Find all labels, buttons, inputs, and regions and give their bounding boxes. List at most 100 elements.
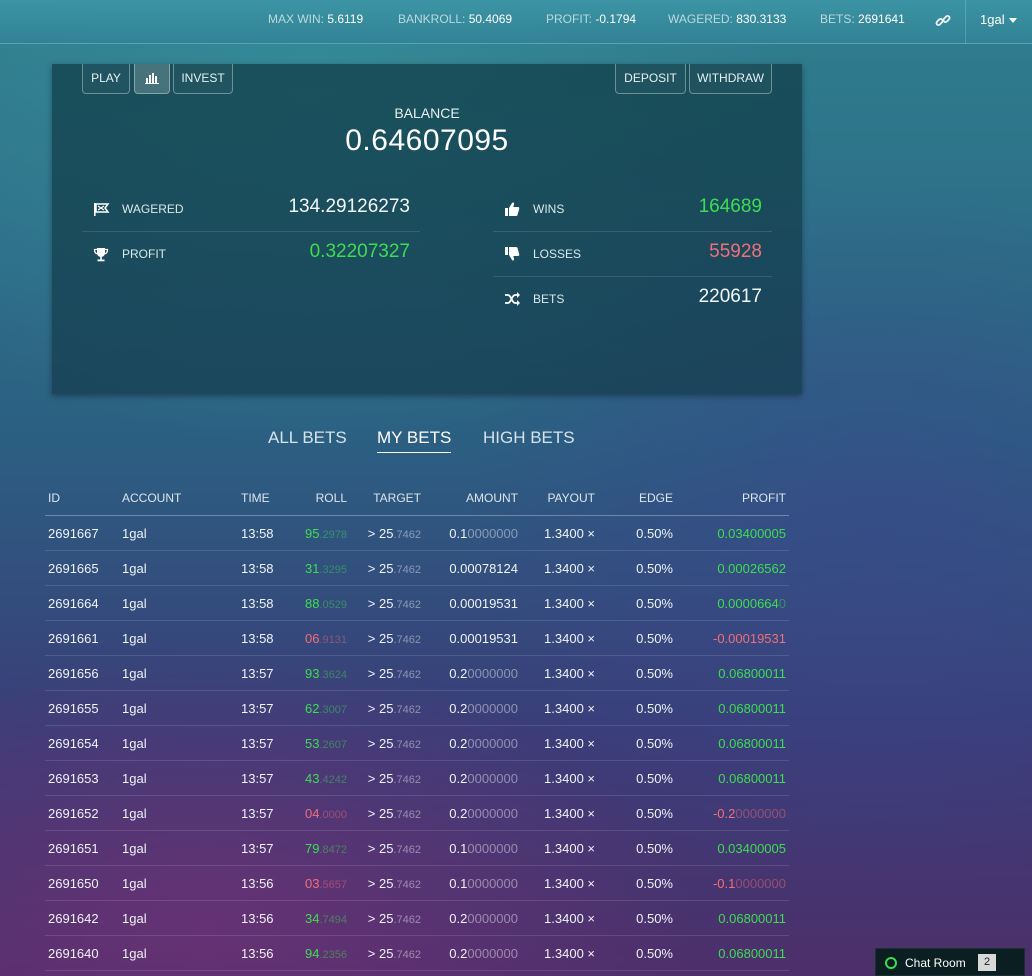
header-payout: PAYOUT [547, 491, 595, 505]
bet-roll: 06.9131 [305, 631, 347, 646]
bet-amount: 0.10000000 [449, 526, 518, 541]
bet-id[interactable]: 2691652 [48, 806, 99, 821]
table-row[interactable]: 2691667 1gal 13:58 95.2978 > 25.7462 0.100000… [45, 516, 789, 551]
bet-edge: 0.50% [636, 561, 673, 576]
bet-id[interactable]: 2691654 [48, 736, 99, 751]
bet-time: 13:56 [241, 946, 274, 961]
chat-room-label: Chat Room [905, 956, 966, 970]
bet-account[interactable]: 1gal [122, 876, 147, 891]
bet-roll: 04.0000 [305, 806, 347, 821]
bet-account[interactable]: 1gal [122, 631, 147, 646]
header-amount: AMOUNT [466, 491, 518, 505]
deposit-button[interactable]: DEPOSIT [615, 64, 686, 94]
bet-amount: 0.00019531 [449, 596, 518, 611]
bet-account[interactable]: 1gal [122, 666, 147, 681]
bet-account[interactable]: 1gal [122, 841, 147, 856]
bet-edge: 0.50% [636, 911, 673, 926]
bet-amount: 0.20000000 [449, 666, 518, 681]
bet-account[interactable]: 1gal [122, 911, 147, 926]
bet-account[interactable]: 1gal [122, 946, 147, 961]
withdraw-button[interactable]: WITHDRAW [689, 64, 772, 94]
bet-id[interactable]: 2691651 [48, 841, 99, 856]
tab-all-bets[interactable]: ALL BETS [268, 428, 347, 448]
play-button[interactable]: PLAY [82, 64, 130, 94]
stats-button[interactable] [134, 64, 170, 94]
bet-time: 13:57 [241, 771, 274, 786]
bet-edge: 0.50% [636, 946, 673, 961]
stat-row-wagered: WAGERED 134.29126273 [82, 187, 420, 232]
table-row[interactable]: 2691661 1gal 13:58 06.9131 > 25.7462 0.000195… [45, 621, 789, 656]
tab-my-bets[interactable]: MY BETS [377, 428, 452, 453]
bet-roll: 62.3007 [305, 701, 347, 716]
top-bar: MAX WIN: 5.6119 BANKROLL: 50.4069 PROFIT… [0, 0, 1032, 44]
bet-target: > 25.7462 [367, 946, 421, 961]
header-target: TARGET [373, 491, 421, 505]
tab-high-bets[interactable]: HIGH BETS [483, 428, 575, 448]
bankroll-stat: BANKROLL: 50.4069 [398, 12, 513, 26]
header-profit: PROFIT [742, 491, 786, 505]
table-row[interactable]: 2691654 1gal 13:57 53.2607 > 25.7462 0.200000… [45, 726, 789, 761]
bet-payout: 1.3400 × [544, 736, 595, 751]
bet-roll: 88.0529 [305, 596, 347, 611]
bet-id[interactable]: 2691642 [48, 911, 99, 926]
bet-target: > 25.7462 [367, 806, 421, 821]
bet-id[interactable]: 2691655 [48, 701, 99, 716]
bet-account[interactable]: 1gal [122, 771, 147, 786]
bet-account[interactable]: 1gal [122, 806, 147, 821]
bet-id[interactable]: 2691653 [48, 771, 99, 786]
bet-id[interactable]: 2691667 [48, 526, 99, 541]
bet-id[interactable]: 2691665 [48, 561, 99, 576]
bet-profit: 0.00006640 [717, 596, 786, 611]
bet-id[interactable]: 2691664 [48, 596, 99, 611]
chat-user-count: 2 [978, 954, 996, 971]
table-row[interactable]: 2691664 1gal 13:58 88.0529 > 25.7462 0.000195… [45, 586, 789, 621]
bet-amount: 0.20000000 [449, 771, 518, 786]
bet-roll: 34.7494 [305, 911, 347, 926]
table-row[interactable]: 2691665 1gal 13:58 31.3295 > 25.7462 0.000781… [45, 551, 789, 586]
bet-id[interactable]: 2691640 [48, 946, 99, 961]
bet-time: 13:57 [241, 806, 274, 821]
bet-roll: 53.2607 [305, 736, 347, 751]
link-icon[interactable] [934, 12, 952, 30]
caret-down-icon [1008, 18, 1017, 24]
bet-id[interactable]: 2691656 [48, 666, 99, 681]
bet-profit: 0.00026562 [717, 561, 786, 576]
bet-payout: 1.3400 × [544, 806, 595, 821]
table-row[interactable]: 2691656 1gal 13:57 93.3624 > 25.7462 0.200000… [45, 656, 789, 691]
invest-button[interactable]: INVEST [173, 64, 233, 94]
bet-time: 13:56 [241, 911, 274, 926]
bet-account[interactable]: 1gal [122, 561, 147, 576]
trophy-icon [93, 248, 109, 262]
bet-time: 13:58 [241, 526, 274, 541]
bet-time: 13:58 [241, 631, 274, 646]
bet-payout: 1.3400 × [544, 596, 595, 611]
table-row[interactable]: 2691640 1gal 13:56 94.2356 > 25.7462 0.200000… [45, 936, 789, 971]
bet-profit: 0.06800011 [718, 736, 786, 751]
table-body: 2691667 1gal 13:58 95.2978 > 25.7462 0.100000… [45, 516, 789, 971]
bet-account[interactable]: 1gal [122, 701, 147, 716]
bet-account[interactable]: 1gal [122, 526, 147, 541]
bet-amount: 0.20000000 [449, 911, 518, 926]
bet-edge: 0.50% [636, 736, 673, 751]
header-roll: ROLL [315, 491, 347, 505]
bet-id[interactable]: 2691661 [48, 631, 99, 646]
shuffle-icon [505, 292, 520, 306]
bet-id[interactable]: 2691650 [48, 876, 99, 891]
table-row[interactable]: 2691651 1gal 13:57 79.8472 > 25.7462 0.100000… [45, 831, 789, 866]
table-row[interactable]: 2691642 1gal 13:56 34.7494 > 25.7462 0.200000… [45, 901, 789, 936]
table-row[interactable]: 2691655 1gal 13:57 62.3007 > 25.7462 0.200000… [45, 691, 789, 726]
profit-value: 0.32207327 [309, 241, 410, 262]
bet-amount: 0.10000000 [449, 876, 518, 891]
bet-amount: 0.20000000 [449, 701, 518, 716]
bet-payout: 1.3400 × [544, 946, 595, 961]
bet-edge: 0.50% [636, 771, 673, 786]
table-row[interactable]: 2691650 1gal 13:56 03.5657 > 25.7462 0.100000… [45, 866, 789, 901]
bet-payout: 1.3400 × [544, 876, 595, 891]
chat-room-button[interactable]: Chat Room 2 [875, 948, 1025, 976]
table-row[interactable]: 2691653 1gal 13:57 43.4242 > 25.7462 0.200000… [45, 761, 789, 796]
bet-account[interactable]: 1gal [122, 596, 147, 611]
table-row[interactable]: 2691652 1gal 13:57 04.0000 > 25.7462 0.200000… [45, 796, 789, 831]
user-menu[interactable]: 1gal [980, 12, 1017, 27]
bet-target: > 25.7462 [367, 736, 421, 751]
bet-account[interactable]: 1gal [122, 736, 147, 751]
